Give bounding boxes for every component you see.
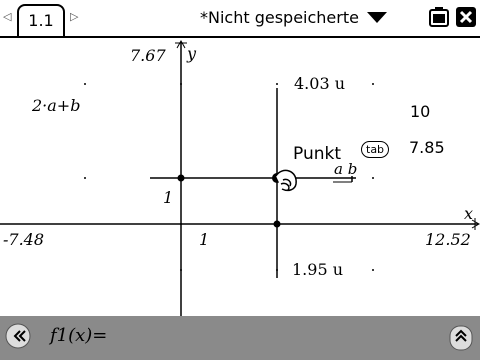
grid-dots — [84, 83, 374, 271]
graph-svg — [0, 39, 480, 316]
graph-canvas[interactable]: 7.67 y -7.48 12.52 x 1 1 2·a+b 4.03 u 1.… — [0, 38, 480, 316]
length-top-label[interactable]: 4.03 u — [294, 74, 345, 93]
tab-right-arrow-icon[interactable]: ▷ — [70, 10, 78, 23]
grab-hand-icon — [275, 169, 297, 192]
point-on-x-axis[interactable] — [273, 220, 281, 228]
history-scroll-icon[interactable] — [449, 325, 473, 351]
close-icon[interactable] — [455, 6, 477, 28]
x-min-label: -7.48 — [3, 230, 45, 249]
document-title: *Nicht gespeicherte — [200, 8, 359, 27]
dropdown-arrow-icon[interactable] — [367, 12, 387, 24]
length-bottom-label[interactable]: 1.95 u — [292, 260, 343, 279]
tab-label: 1.1 — [28, 11, 54, 30]
value-785-text[interactable]: 7.85 — [409, 138, 445, 157]
x-axis-label: x — [464, 204, 474, 223]
tab-1-1[interactable]: 1.1 — [17, 4, 65, 36]
segment-label: a b — [334, 160, 358, 178]
expression-text[interactable]: 2·a+b — [32, 96, 80, 115]
function-entry-label: f1(x)= — [50, 325, 108, 346]
collapse-entry-icon[interactable] — [5, 323, 31, 349]
entry-line-bar: f1(x)= — [0, 316, 480, 360]
tab-left-arrow-icon[interactable]: ◁ — [3, 10, 11, 23]
x-max-label: 12.52 — [425, 230, 471, 249]
y-tick-label: 1 — [163, 188, 174, 207]
tab-key-badge: tab — [361, 141, 390, 158]
y-max-label: 7.67 — [130, 46, 166, 65]
battery-icon[interactable] — [427, 6, 451, 28]
x-tick-label: 1 — [199, 230, 210, 249]
y-axis-label: y — [187, 44, 197, 63]
top-toolbar: ◁ 1.1 ▷ *Nicht gespeicherte — [0, 0, 480, 38]
point-on-y-axis[interactable] — [177, 174, 185, 182]
value-ten-text[interactable]: 10 — [410, 102, 430, 121]
function-entry-field[interactable]: f1(x)= — [38, 319, 442, 357]
